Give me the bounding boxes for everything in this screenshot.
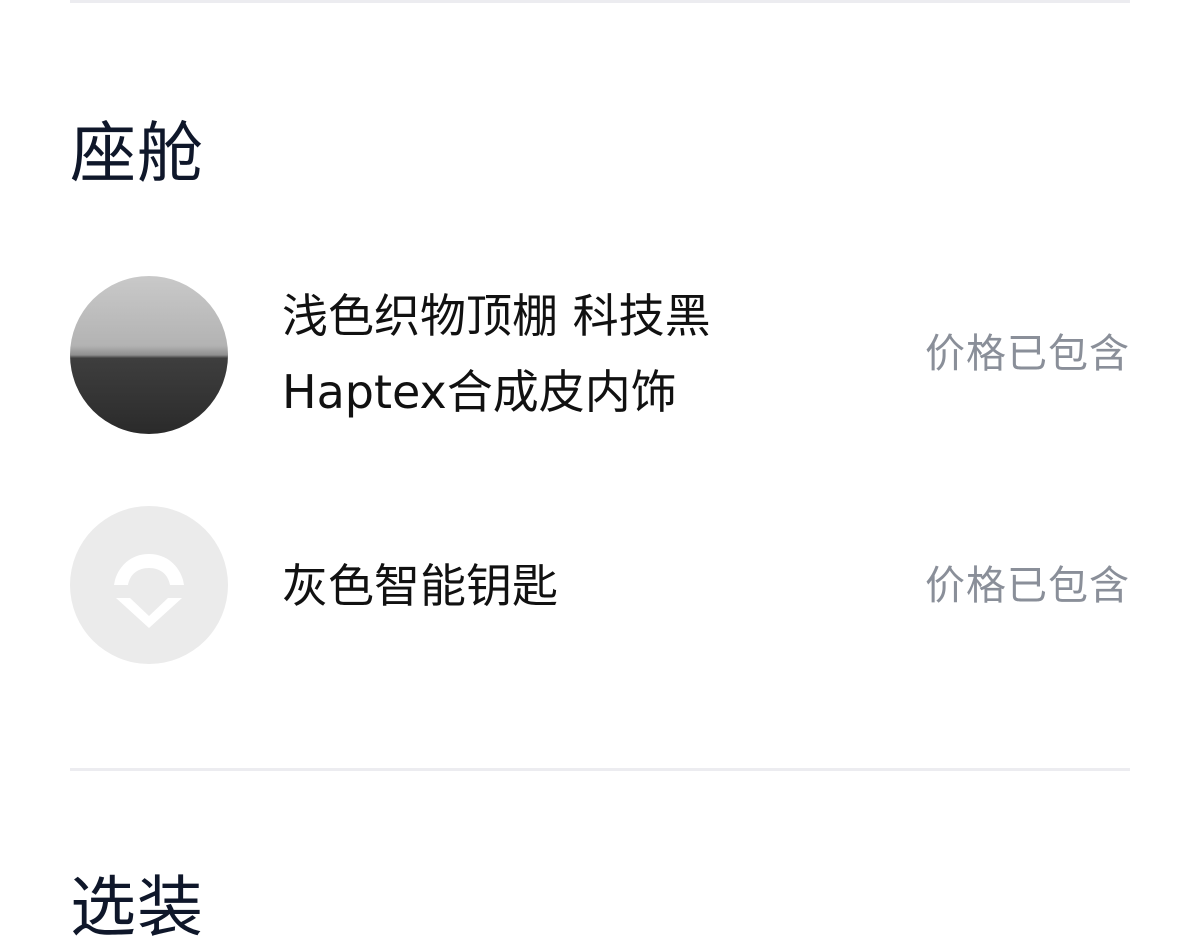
section-title-cabin: 座舱 bbox=[70, 115, 204, 192]
interior-swatch-thumbnail bbox=[70, 276, 228, 434]
smart-key-thumbnail bbox=[70, 506, 228, 664]
cabin-item-smart-key[interactable]: 灰色智能钥匙 价格已包含 bbox=[70, 506, 1130, 666]
cabin-item-label-line1: 浅色织物顶棚 科技黑 bbox=[282, 289, 711, 343]
price-included-note: 价格已包含 bbox=[925, 331, 1130, 377]
price-included-note: 价格已包含 bbox=[925, 563, 1130, 609]
section-title-options: 选装 bbox=[70, 869, 204, 946]
cabin-item-label: 浅色织物顶棚 科技黑 Haptex合成皮内饰 bbox=[282, 278, 711, 430]
section-divider-top bbox=[70, 0, 1130, 3]
section-divider bbox=[70, 768, 1130, 771]
nio-logo-icon bbox=[114, 554, 184, 628]
cabin-item-interior[interactable]: 浅色织物顶棚 科技黑 Haptex合成皮内饰 价格已包含 bbox=[70, 276, 1130, 436]
cabin-item-label: 灰色智能钥匙 bbox=[282, 559, 558, 613]
cabin-item-label-line2: Haptex合成皮内饰 bbox=[282, 365, 677, 419]
